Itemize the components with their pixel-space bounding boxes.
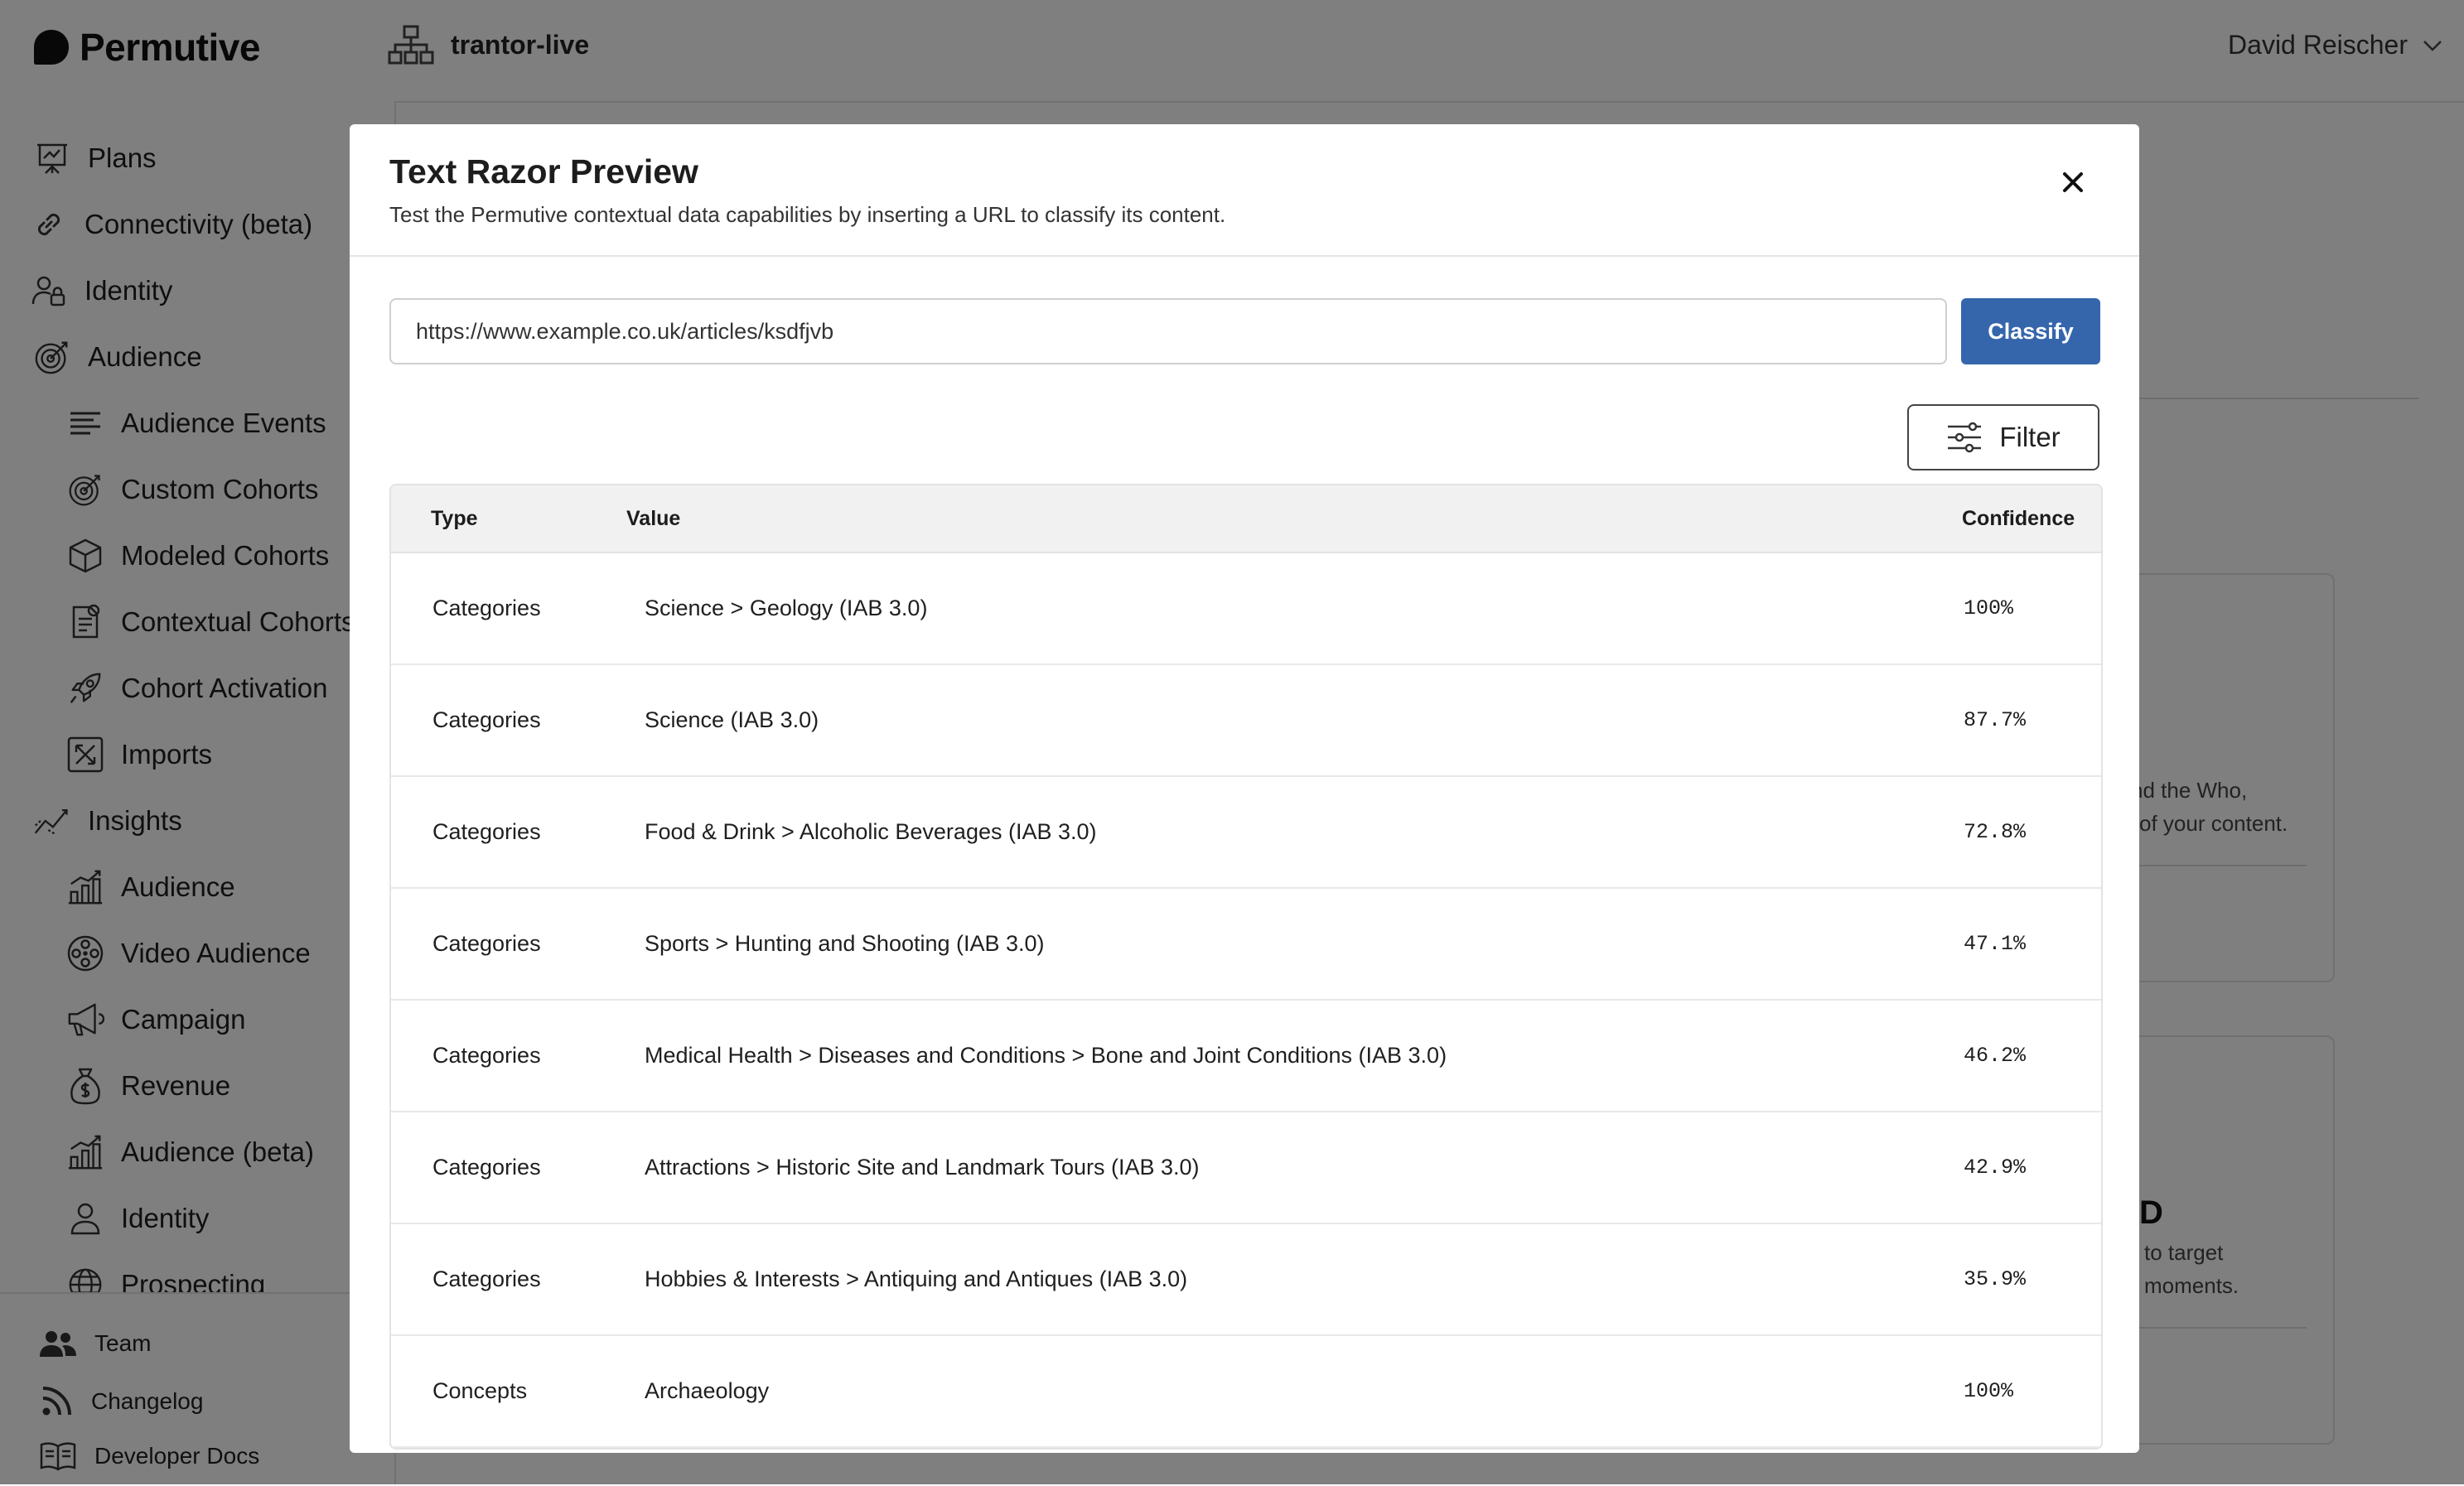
cell-value: Science > Geology (IAB 3.0): [645, 596, 928, 620]
cell-value: Archaeology: [645, 1378, 770, 1403]
cell-value: Hobbies & Interests > Antiquing and Anti…: [645, 1266, 1188, 1291]
cell-type: Categories: [432, 819, 541, 844]
column-header-value[interactable]: Value: [626, 485, 680, 552]
table-row[interactable]: Categories Attractions > Historic Site an…: [391, 1112, 2101, 1224]
table-row[interactable]: Categories Hobbies & Interests > Antiquin…: [391, 1224, 2101, 1336]
filter-label: Filter: [1999, 422, 2061, 452]
text-razor-preview-dialog: Text Razor Preview Test the Permutive co…: [350, 124, 2139, 1453]
table-row[interactable]: Categories Science (IAB 3.0) 87.7%: [391, 665, 2101, 777]
table-body: Categories Science > Geology (IAB 3.0) 100…: [391, 553, 2101, 1448]
table-row[interactable]: Concepts Archaeology 100%: [391, 1336, 2101, 1448]
cell-type: Categories: [432, 931, 541, 956]
cell-confidence: 42.9%: [1964, 1156, 2027, 1180]
modal-title: Text Razor Preview: [389, 152, 698, 191]
cell-type: Categories: [432, 1266, 541, 1291]
table-row[interactable]: Categories Food & Drink > Alcoholic Bever…: [391, 777, 2101, 889]
cell-value: Medical Health > Diseases and Conditions…: [645, 1043, 1447, 1068]
url-input[interactable]: [389, 298, 1947, 364]
cell-confidence: 35.9%: [1964, 1267, 2027, 1291]
cell-type: Categories: [432, 1155, 541, 1180]
filter-sliders-icon: [1948, 422, 1982, 453]
table-row[interactable]: Categories Sports > Hunting and Shooting …: [391, 889, 2101, 1001]
cell-type: Categories: [432, 707, 541, 732]
cell-value: Food & Drink > Alcoholic Beverages (IAB …: [645, 819, 1097, 844]
cell-confidence: 47.1%: [1964, 932, 2027, 956]
cell-value: Sports > Hunting and Shooting (IAB 3.0): [645, 931, 1045, 956]
cell-confidence: 46.2%: [1964, 1044, 2027, 1068]
filter-button[interactable]: Filter: [1907, 404, 2099, 470]
column-header-confidence[interactable]: Confidence: [1962, 485, 2075, 552]
column-header-type[interactable]: Type: [431, 485, 478, 552]
cell-value: Science (IAB 3.0): [645, 707, 819, 732]
classify-button[interactable]: Classify: [1961, 298, 2100, 364]
close-button[interactable]: [2055, 164, 2091, 200]
cell-confidence: 72.8%: [1964, 820, 2027, 844]
modal-header: Text Razor Preview Test the Permutive co…: [350, 124, 2139, 257]
cell-value: Attractions > Historic Site and Landmark…: [645, 1155, 1200, 1180]
cell-confidence: 100%: [1964, 1379, 2014, 1403]
cell-type: Categories: [432, 596, 541, 620]
table-header: Type Value Confidence: [391, 485, 2101, 553]
modal-subtitle: Test the Permutive contextual data capab…: [389, 202, 1226, 227]
cell-type: Concepts: [432, 1378, 528, 1403]
close-icon: [2063, 172, 2083, 192]
cell-type: Categories: [432, 1043, 541, 1068]
cell-confidence: 100%: [1964, 596, 2014, 620]
classification-table: Type Value Confidence Categories Science …: [389, 484, 2103, 1450]
table-row[interactable]: Categories Medical Health > Diseases and …: [391, 1001, 2101, 1112]
table-row[interactable]: Categories Science > Geology (IAB 3.0) 100…: [391, 553, 2101, 665]
cell-confidence: 87.7%: [1964, 708, 2027, 732]
